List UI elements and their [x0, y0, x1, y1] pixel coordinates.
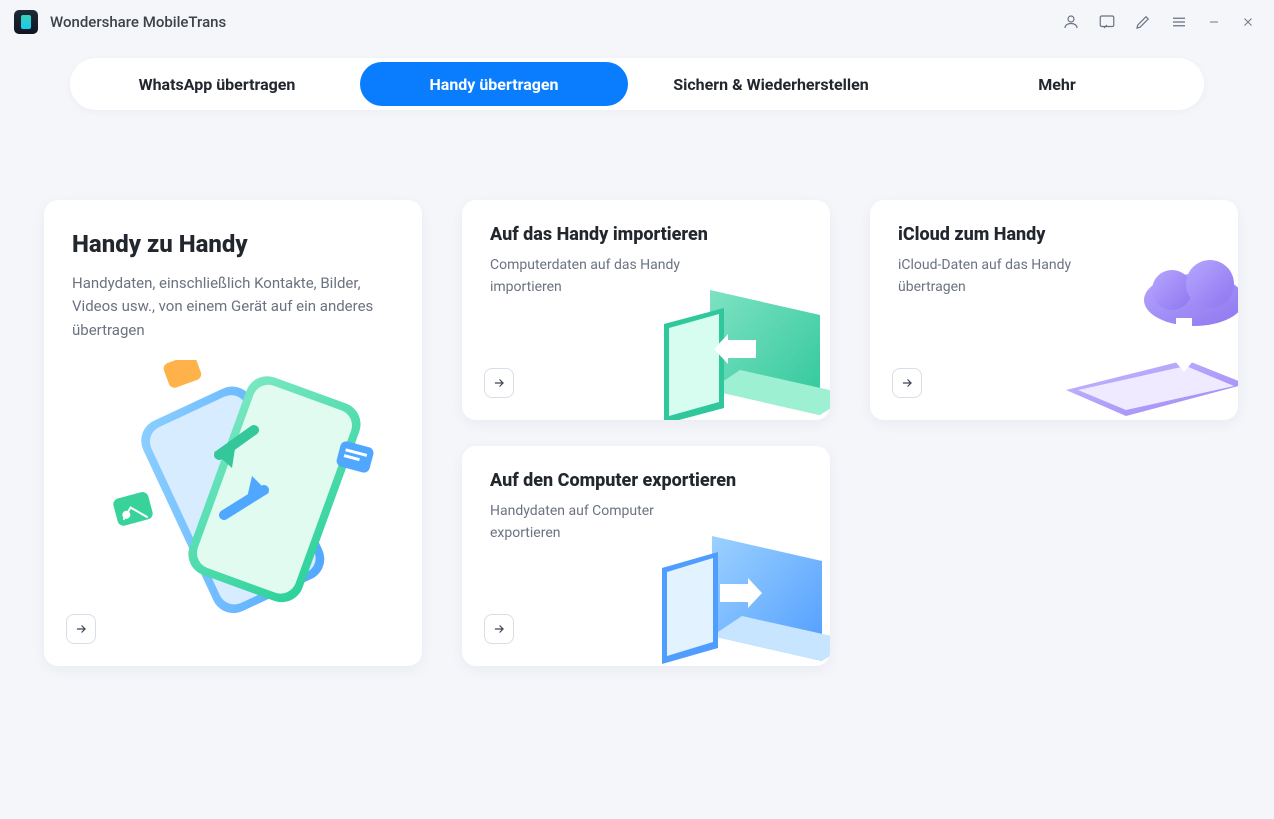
feedback-icon[interactable]: [1098, 13, 1116, 31]
app-title: Wondershare MobileTrans: [50, 13, 226, 31]
user-icon[interactable]: [1062, 13, 1080, 31]
card-desc: Handydaten, einschließlich Kontakte, Bil…: [72, 272, 392, 342]
tab-phone-transfer[interactable]: Handy übertragen: [360, 62, 628, 106]
window-close-icon[interactable]: [1240, 14, 1256, 30]
card-action-arrow[interactable]: [484, 614, 514, 644]
menu-icon[interactable]: [1170, 13, 1188, 31]
tabs-container: WhatsApp übertragen Handy übertragen Sic…: [0, 58, 1274, 110]
card-title: Auf das Handy importieren: [490, 224, 802, 245]
content-grid: Handy zu Handy Handydaten, einschließlic…: [0, 110, 1274, 666]
card-phone-to-phone[interactable]: Handy zu Handy Handydaten, einschließlic…: [44, 200, 422, 666]
card-action-arrow[interactable]: [892, 368, 922, 398]
edit-icon[interactable]: [1134, 13, 1152, 31]
card-title: Auf den Computer exportieren: [490, 470, 802, 491]
card-action-arrow[interactable]: [66, 614, 96, 644]
card-export-to-computer[interactable]: Auf den Computer exportieren Handydaten …: [462, 446, 830, 666]
cloud-phone-icon: [1058, 260, 1238, 420]
tab-whatsapp[interactable]: WhatsApp übertragen: [74, 62, 360, 106]
phones-illustration-icon: [104, 360, 384, 620]
titlebar-right: [1062, 13, 1256, 31]
window-minimize-icon[interactable]: [1206, 14, 1222, 30]
titlebar-left: Wondershare MobileTrans: [14, 10, 226, 34]
laptop-phone-import-icon: [650, 260, 830, 420]
card-title: iCloud zum Handy: [898, 224, 1210, 245]
card-action-arrow[interactable]: [484, 368, 514, 398]
app-logo-icon: [14, 10, 38, 34]
phone-laptop-export-icon: [650, 506, 830, 666]
card-title: Handy zu Handy: [72, 230, 394, 258]
card-import-to-phone[interactable]: Auf das Handy importieren Computerdaten …: [462, 200, 830, 420]
tab-more[interactable]: Mehr: [914, 62, 1200, 106]
card-icloud-to-phone[interactable]: iCloud zum Handy iCloud-Daten auf das Ha…: [870, 200, 1238, 420]
tabs: WhatsApp übertragen Handy übertragen Sic…: [70, 58, 1204, 110]
titlebar: Wondershare MobileTrans: [0, 0, 1274, 44]
tab-backup-restore[interactable]: Sichern & Wiederherstellen: [628, 62, 914, 106]
